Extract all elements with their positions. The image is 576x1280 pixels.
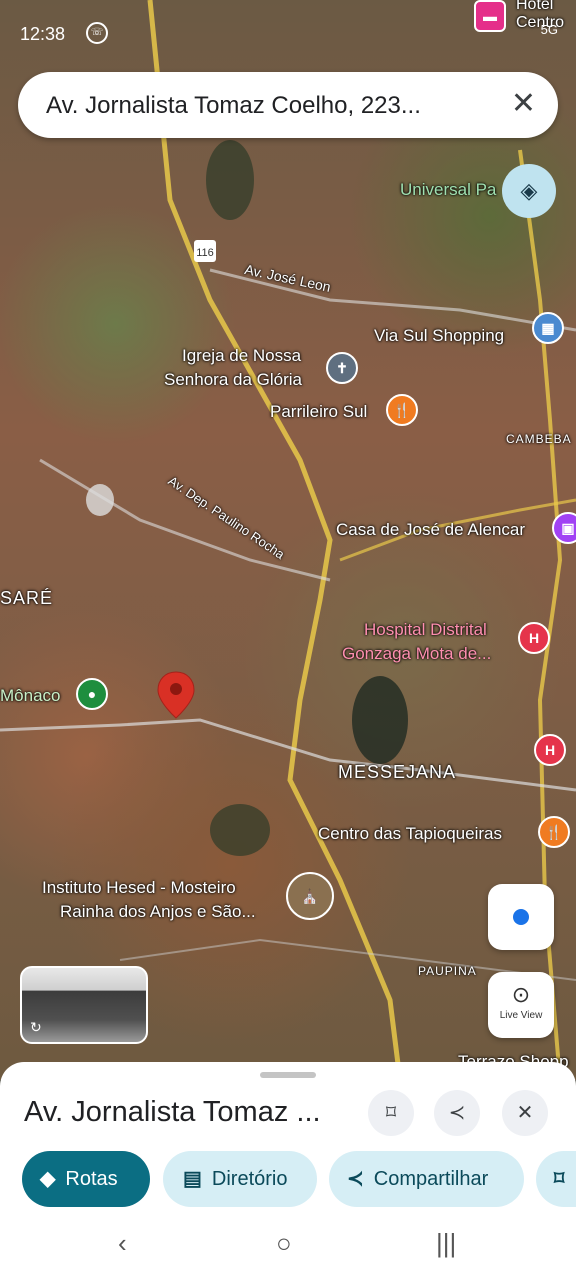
drag-handle[interactable] <box>260 1072 316 1078</box>
close-icon[interactable]: ✕ <box>511 86 536 121</box>
live-view-icon: ⊙ <box>511 982 531 1007</box>
recents-icon[interactable]: ||| <box>436 1228 456 1259</box>
place-label[interactable]: Mônaco <box>0 686 60 706</box>
share-icon: ≺ <box>347 1168 364 1190</box>
district-label: SARÉ <box>0 588 54 608</box>
layers-icon[interactable]: ◈ <box>502 164 556 218</box>
whatsapp-icon: ☏ <box>86 22 108 44</box>
photo-poi-icon[interactable]: ⛪ <box>286 872 334 920</box>
close-icon[interactable]: ✕ <box>502 1090 548 1136</box>
street-view-thumbnail[interactable]: ↻ <box>20 966 148 1044</box>
my-location-icon <box>513 909 529 925</box>
church-icon[interactable]: ✝ <box>326 352 358 384</box>
back-icon[interactable]: ‹ <box>118 1228 127 1259</box>
share-icon[interactable]: ≺ <box>434 1090 480 1136</box>
place-label[interactable]: Centro das Tapioqueiras <box>318 824 502 844</box>
place-label[interactable]: Gonzaga Mota de... <box>342 644 491 664</box>
restaurant-icon[interactable]: 🍴 <box>538 816 570 848</box>
live-view-button[interactable]: ⊙ Live View <box>488 972 554 1038</box>
status-bar: 12:38 ☏ 5G <box>0 0 576 70</box>
search-input[interactable]: Av. Jornalista Tomaz Coelho, 223... <box>46 92 486 120</box>
my-location-button[interactable] <box>488 884 554 950</box>
district-label: MESSEJANA <box>338 762 457 782</box>
place-title: Av. Jornalista Tomaz ... <box>24 1096 321 1128</box>
place-label[interactable]: Parrileiro Sul <box>270 402 367 422</box>
place-label[interactable]: Universal Pa <box>400 180 496 200</box>
restaurant-icon[interactable]: 🍴 <box>386 394 418 426</box>
place-label[interactable]: Instituto Hesed - Mosteiro <box>42 878 236 898</box>
bookmark-icon[interactable]: ⌑ <box>368 1090 414 1136</box>
directory-button[interactable]: ▤ Diretório <box>163 1151 317 1207</box>
place-label[interactable]: Rainha dos Anjos e São... <box>60 902 256 922</box>
location-pin-icon <box>157 671 195 719</box>
home-icon[interactable]: ○ <box>276 1228 292 1259</box>
search-bar[interactable]: Av. Jornalista Tomaz Coelho, 223... ✕ <box>18 72 558 138</box>
save-button[interactable]: ⌑ <box>536 1151 576 1207</box>
live-view-label: Live View <box>499 1010 543 1021</box>
district-label: CAMBEBA <box>506 432 572 446</box>
place-label[interactable]: Igreja de Nossa <box>182 346 301 366</box>
place-label[interactable]: Via Sul Shopping <box>374 326 504 346</box>
directions-icon: ◆ <box>40 1168 56 1190</box>
place-label[interactable]: Senhora da Glória <box>164 370 302 390</box>
highway-shield-label: 116 <box>196 247 214 259</box>
district-label: PAUPINA <box>418 964 477 978</box>
network-indicator: 5G <box>540 22 558 37</box>
rotate-360-icon: ↻ <box>30 1019 42 1035</box>
chip-label: Diretório <box>211 1168 288 1190</box>
action-chips: ◆ Rotas ▤ Diretório ≺ Compartilhar ⌑ <box>0 1151 576 1207</box>
directions-button[interactable]: ◆ Rotas <box>22 1151 150 1207</box>
place-label[interactable]: Casa de José de Alencar <box>336 520 525 540</box>
shopping-icon[interactable]: ▦ <box>532 312 564 344</box>
system-nav-bar: ‹ ○ ||| <box>0 1208 576 1280</box>
bookmark-icon: ⌑ <box>554 1168 565 1190</box>
hospital-icon[interactable]: H <box>534 734 566 766</box>
park-icon[interactable]: ● <box>76 678 108 710</box>
share-button[interactable]: ≺ Compartilhar <box>329 1151 524 1207</box>
status-time: 12:38 <box>20 24 66 44</box>
hospital-icon[interactable]: H <box>518 622 550 654</box>
museum-icon[interactable]: ▣ <box>552 512 576 544</box>
place-label[interactable]: Hospital Distrital <box>364 620 487 640</box>
chip-label: Compartilhar <box>373 1168 489 1190</box>
directory-icon: ▤ <box>183 1168 202 1190</box>
chip-label: Rotas <box>65 1168 118 1190</box>
